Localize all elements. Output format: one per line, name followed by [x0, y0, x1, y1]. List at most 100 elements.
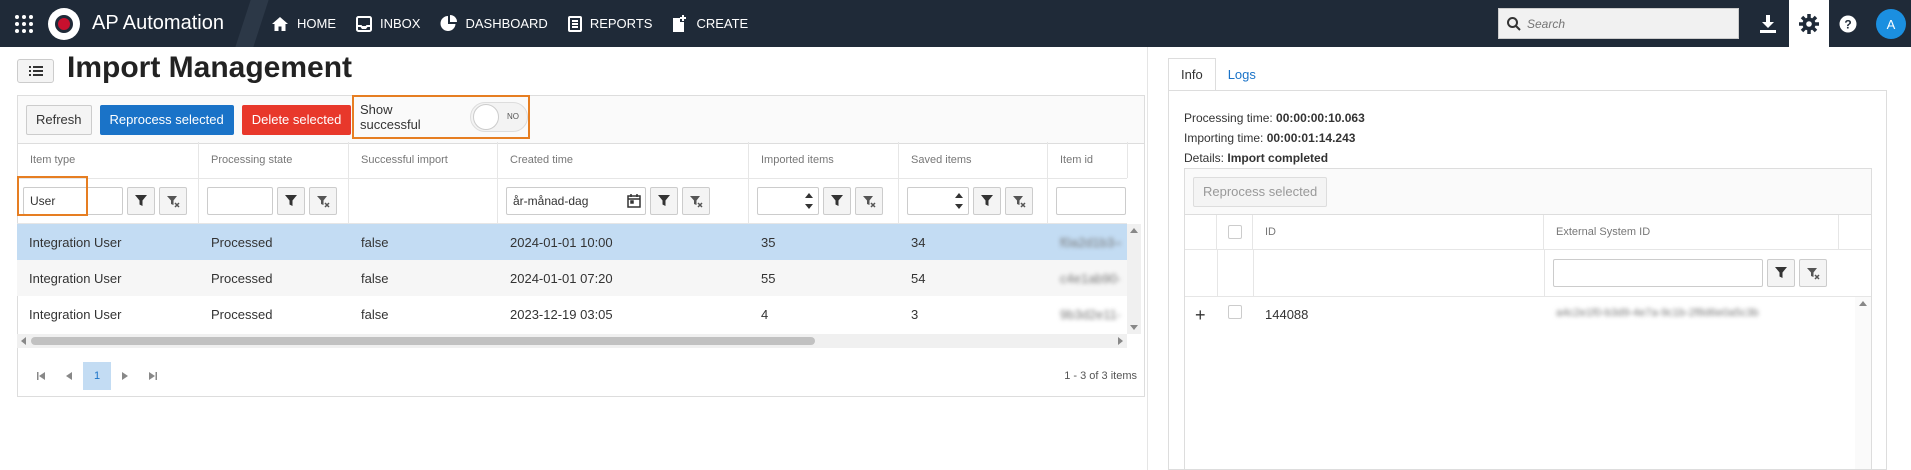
filter-icon	[981, 195, 993, 206]
clear-filter-icon	[862, 195, 876, 208]
scroll-right-icon[interactable]	[1115, 334, 1125, 348]
filter-processing-state	[199, 179, 349, 223]
nav-dashboard[interactable]: DASHBOARD	[440, 0, 548, 47]
nav-home[interactable]: HOME	[271, 0, 336, 47]
vertical-scrollbar[interactable]	[1127, 224, 1141, 334]
external-id-filter-input[interactable]	[1553, 259, 1763, 287]
filter-imported-items	[749, 179, 899, 223]
expand-row-icon[interactable]: +	[1195, 305, 1206, 326]
nav-reports-label: REPORTS	[589, 16, 653, 31]
item-id-filter-input[interactable]	[1056, 187, 1126, 215]
scroll-down-icon[interactable]	[1127, 322, 1141, 332]
processing-time-value: 00:00:00:10.063	[1276, 111, 1365, 125]
stepper-icon[interactable]	[804, 191, 814, 211]
column-header-external-system-id[interactable]: External System ID	[1544, 215, 1839, 249]
saved-items-filter-button[interactable]	[973, 187, 1001, 215]
saved-items-clear-filter-button[interactable]	[1005, 187, 1033, 215]
created-time-filter-button[interactable]	[650, 187, 678, 215]
cell-imported-items: 4	[761, 306, 769, 322]
column-header-successful-import[interactable]: Successful import	[349, 142, 498, 178]
clear-filter-icon	[166, 195, 180, 208]
delete-selected-button[interactable]: Delete selected	[241, 104, 352, 135]
horizontal-scroll-thumb[interactable]	[31, 337, 815, 345]
first-page-button[interactable]	[27, 362, 55, 390]
column-header-processing-state[interactable]: Processing state	[199, 142, 349, 178]
column-header-saved-items[interactable]: Saved items	[899, 142, 1048, 178]
filter-item-type: User	[17, 176, 199, 223]
brand[interactable]: AP Automation	[48, 0, 243, 47]
list-menu-button[interactable]	[17, 59, 54, 83]
page-number-button[interactable]: 1	[83, 362, 111, 390]
item-type-clear-filter-button[interactable]	[159, 187, 187, 215]
select-all-column	[1217, 215, 1253, 249]
table-row[interactable]: Integration User Processed false 2023-12…	[17, 296, 1127, 332]
cell-created-time: 2023-12-19 03:05	[510, 306, 613, 322]
filter-row: User år-månad-dag	[17, 176, 1127, 224]
panel-splitter[interactable]	[1147, 47, 1148, 470]
prev-page-button[interactable]	[55, 362, 83, 390]
brand-logo	[48, 7, 80, 40]
item-type-filter-button[interactable]	[127, 187, 155, 215]
cell-imported-items: 35	[761, 234, 776, 250]
next-page-button[interactable]	[111, 362, 139, 390]
clear-filter-icon	[1012, 195, 1026, 208]
nav-create[interactable]: CREATE	[672, 0, 748, 47]
external-id-clear-filter-button[interactable]	[1799, 259, 1827, 287]
processing-state-filter-button[interactable]	[277, 187, 305, 215]
stepper-icon[interactable]	[954, 191, 964, 211]
table-row[interactable]: Integration User Processed false 2024-01…	[17, 260, 1127, 296]
nav-inbox[interactable]: INBOX	[356, 0, 420, 47]
filter-icon	[831, 195, 843, 206]
cell-external-system-id: a4c2e1f0-b3d9-4e7a-9c1b-2f8d6e0a5c3b	[1556, 307, 1759, 319]
clear-filter-icon	[689, 195, 703, 208]
settings-button[interactable]	[1789, 0, 1829, 47]
sub-filter-row	[1185, 249, 1871, 297]
horizontal-scrollbar[interactable]	[17, 334, 1127, 348]
column-header-imported-items[interactable]: Imported items	[749, 142, 899, 178]
app-launcher-icon[interactable]	[0, 0, 48, 47]
tab-info[interactable]: Info	[1168, 58, 1216, 91]
row-checkbox[interactable]	[1228, 305, 1242, 319]
column-header-created-time[interactable]: Created time	[498, 142, 749, 178]
scroll-up-icon[interactable]	[1856, 299, 1870, 309]
nav-reports[interactable]: REPORTS	[567, 0, 653, 47]
sub-reprocess-selected-button[interactable]: Reprocess selected	[1193, 176, 1328, 207]
last-page-button[interactable]	[139, 362, 167, 390]
table-row[interactable]: + 144088 a4c2e1f0-b3d9-4e7a-9c1b-2f8d6e0…	[1185, 297, 1855, 333]
calendar-icon[interactable]	[627, 194, 641, 208]
refresh-button[interactable]: Refresh	[26, 104, 92, 135]
show-successful-toggle[interactable]: NO	[469, 102, 528, 132]
filter-item-id	[1048, 179, 1127, 223]
scroll-up-icon[interactable]	[1127, 226, 1141, 236]
scroll-left-icon[interactable]	[19, 334, 29, 348]
created-time-clear-filter-button[interactable]	[682, 187, 710, 215]
download-button[interactable]	[1748, 0, 1788, 47]
reprocess-selected-button[interactable]: Reprocess selected	[99, 104, 234, 135]
search-input[interactable]	[1527, 16, 1727, 31]
global-search[interactable]	[1498, 8, 1739, 39]
sub-vertical-scrollbar[interactable]	[1855, 297, 1871, 469]
imported-items-clear-filter-button[interactable]	[855, 187, 883, 215]
table-row[interactable]: Integration User Processed false 2024-01…	[17, 224, 1127, 260]
processing-state-filter-input[interactable]	[207, 187, 273, 215]
external-id-filter-button[interactable]	[1767, 259, 1795, 287]
imported-items-filter-button[interactable]	[823, 187, 851, 215]
column-header-item-id[interactable]: Item id	[1048, 142, 1128, 178]
main-nav: HOME INBOX DASHBOARD REPORTS CREATE	[271, 0, 768, 47]
avatar[interactable]: A	[1876, 9, 1906, 39]
column-header-item-type[interactable]: Item type	[18, 142, 199, 178]
importing-time-label: Importing time:	[1184, 131, 1264, 145]
expand-column-header	[1185, 215, 1217, 249]
column-header-id[interactable]: ID	[1253, 215, 1544, 249]
cell-saved-items: 34	[911, 234, 926, 250]
processing-state-clear-filter-button[interactable]	[309, 187, 337, 215]
saved-items-filter-input[interactable]	[907, 187, 969, 215]
created-time-filter-input[interactable]: år-månad-dag	[506, 187, 646, 215]
help-button[interactable]: ?	[1828, 0, 1868, 47]
sub-grid-toolbar: Reprocess selected	[1185, 169, 1871, 215]
imported-items-filter-input[interactable]	[757, 187, 819, 215]
tab-logs[interactable]: Logs	[1216, 58, 1268, 91]
select-all-checkbox[interactable]	[1227, 225, 1242, 239]
filter-created-time: år-månad-dag	[498, 179, 749, 223]
cell-successful-import: false	[361, 234, 389, 250]
